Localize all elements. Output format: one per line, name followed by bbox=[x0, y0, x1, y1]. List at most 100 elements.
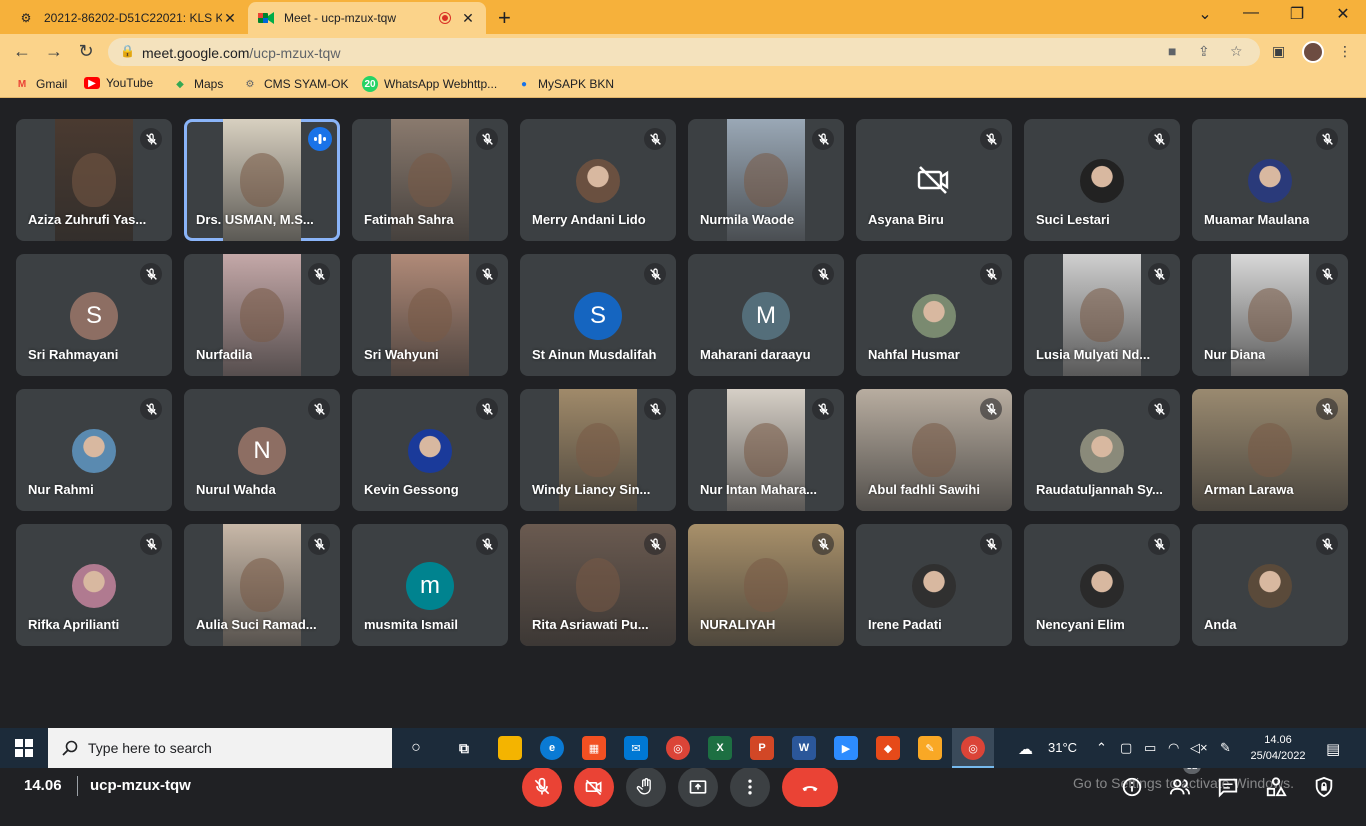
participant-tile[interactable]: Kevin Gessong bbox=[352, 389, 508, 511]
participant-tile[interactable]: NURALIYAH bbox=[688, 524, 844, 646]
chrome-active-icon[interactable]: ◎ bbox=[961, 736, 985, 760]
participant-tile[interactable]: Nurmila Waode bbox=[688, 119, 844, 241]
participant-tile[interactable]: m musmita Ismail bbox=[352, 524, 508, 646]
address-bar[interactable]: 🔒 meet.google.com/ucp-mzux-tqw ■ ⇪ ☆ bbox=[108, 38, 1260, 66]
minimize-button[interactable]: — bbox=[1228, 4, 1274, 22]
participant-tile[interactable]: Drs. USMAN, M.S... bbox=[184, 119, 340, 241]
file-explorer-icon[interactable] bbox=[498, 736, 522, 760]
mic-off-icon bbox=[1148, 128, 1170, 150]
mic-off-icon bbox=[476, 533, 498, 555]
tab-classroom[interactable]: ⚙ 20212-86202-D51C22021: KLS KU ✕ bbox=[8, 2, 248, 34]
mic-toggle-button[interactable] bbox=[522, 767, 562, 807]
edge-icon[interactable]: e bbox=[540, 736, 564, 760]
bookmark-youtube[interactable]: ▶ YouTube bbox=[84, 76, 153, 90]
avatar: S bbox=[70, 292, 118, 340]
participant-tile[interactable]: S Sri Rahmayani bbox=[16, 254, 172, 376]
bookmark-mysapk[interactable]: ● MySAPK BKN bbox=[516, 76, 614, 92]
participant-tile[interactable]: Nahfal Husmar bbox=[856, 254, 1012, 376]
maximize-button[interactable]: ❐ bbox=[1274, 4, 1320, 24]
avatar bbox=[1078, 427, 1126, 475]
participant-tile[interactable]: Rita Asriawati Pu... bbox=[520, 524, 676, 646]
participant-tile[interactable]: Muamar Maulana bbox=[1192, 119, 1348, 241]
participant-tile[interactable]: Arman Larawa bbox=[1192, 389, 1348, 511]
camera-icon[interactable]: ■ bbox=[1168, 43, 1176, 59]
leave-call-button[interactable] bbox=[782, 767, 838, 807]
participant-tile[interactable]: Irene Padati bbox=[856, 524, 1012, 646]
store-icon[interactable]: ▦ bbox=[582, 736, 606, 760]
participant-tile[interactable]: Raudatuljannah Sy... bbox=[1024, 389, 1180, 511]
participant-tile[interactable]: Asyana Biru bbox=[856, 119, 1012, 241]
participant-tile[interactable]: Sri Wahyuni bbox=[352, 254, 508, 376]
back-button[interactable]: ← bbox=[10, 41, 34, 62]
chevron-down-icon[interactable]: ⌄ bbox=[1182, 4, 1228, 24]
participant-tile[interactable]: Nurfadila bbox=[184, 254, 340, 376]
chrome-icon[interactable]: ◎ bbox=[666, 736, 690, 760]
bookmark-cms[interactable]: ⚙ CMS SYAM-OK bbox=[242, 76, 349, 92]
app-icon[interactable]: ✎ bbox=[918, 736, 942, 760]
word-icon[interactable]: W bbox=[792, 736, 816, 760]
participant-tile[interactable]: Windy Liancy Sin... bbox=[520, 389, 676, 511]
participant-tile[interactable]: Aziza Zuhrufi Yas... bbox=[16, 119, 172, 241]
system-clock[interactable]: 14.06 25/04/2022 bbox=[1246, 732, 1310, 764]
participant-tile[interactable]: Aulia Suci Ramad... bbox=[184, 524, 340, 646]
host-controls-button[interactable] bbox=[1312, 775, 1336, 799]
start-button[interactable] bbox=[0, 728, 48, 768]
present-button[interactable] bbox=[678, 767, 718, 807]
bookmark-gmail[interactable]: M Gmail bbox=[14, 76, 68, 92]
meet-tray-icon[interactable]: ▢ bbox=[1120, 740, 1132, 756]
volume-icon[interactable]: ◁× bbox=[1190, 740, 1208, 756]
participant-tile[interactable]: S St Ainun Musdalifah bbox=[520, 254, 676, 376]
star-icon[interactable]: ☆ bbox=[1230, 43, 1243, 60]
tab-meet[interactable]: Meet - ucp-mzux-tqw ✕ bbox=[248, 2, 486, 34]
more-options-button[interactable] bbox=[730, 767, 770, 807]
raise-hand-button[interactable] bbox=[626, 767, 666, 807]
taskbar-search[interactable]: Type here to search bbox=[48, 728, 392, 768]
close-icon[interactable]: ✕ bbox=[222, 10, 238, 27]
forward-button[interactable]: → bbox=[42, 41, 66, 62]
task-view-icon[interactable]: ⧉ bbox=[452, 736, 476, 760]
participant-tile[interactable]: Abul fadhli Sawihi bbox=[856, 389, 1012, 511]
participant-name: Arman Larawa bbox=[1204, 482, 1294, 497]
participant-tile[interactable]: Suci Lestari bbox=[1024, 119, 1180, 241]
new-tab-button[interactable]: + bbox=[498, 5, 511, 31]
weather-icon[interactable]: ☁ bbox=[1018, 740, 1033, 758]
camera-toggle-button[interactable] bbox=[574, 767, 614, 807]
close-icon[interactable]: ✕ bbox=[460, 10, 476, 27]
participant-tile[interactable]: Nur Intan Mahara... bbox=[688, 389, 844, 511]
mail-icon[interactable]: ✉ bbox=[624, 736, 648, 760]
pen-icon[interactable]: ✎ bbox=[1220, 740, 1231, 756]
notifications-icon[interactable]: ▤ bbox=[1326, 740, 1340, 758]
weather-temperature[interactable]: 31°C bbox=[1048, 740, 1077, 755]
activities-button[interactable] bbox=[1264, 775, 1288, 799]
bookmark-whatsapp[interactable]: 20 WhatsApp Webhttp... bbox=[362, 76, 497, 92]
reload-button[interactable]: ↻ bbox=[74, 41, 98, 62]
sidebar-icon[interactable]: ▣ bbox=[1272, 43, 1285, 60]
zoom-icon[interactable]: ▶ bbox=[834, 736, 858, 760]
people-button[interactable] bbox=[1168, 775, 1192, 799]
chevron-up-icon[interactable]: ⌃ bbox=[1096, 740, 1107, 756]
avatar[interactable] bbox=[1302, 41, 1324, 63]
participant-tile[interactable]: Fatimah Sahra bbox=[352, 119, 508, 241]
battery-icon[interactable]: ▭ bbox=[1144, 740, 1156, 756]
participant-tile[interactable]: Lusia Mulyati Nd... bbox=[1024, 254, 1180, 376]
powerpoint-icon[interactable]: P bbox=[750, 736, 774, 760]
wifi-icon[interactable]: ◠ bbox=[1168, 740, 1179, 756]
participant-tile[interactable]: Rifka Aprilianti bbox=[16, 524, 172, 646]
participant-tile[interactable]: Merry Andani Lido bbox=[520, 119, 676, 241]
chat-button[interactable] bbox=[1216, 775, 1240, 799]
participant-tile[interactable]: Nencyani Elim bbox=[1024, 524, 1180, 646]
participant-tile[interactable]: Nur Diana bbox=[1192, 254, 1348, 376]
menu-icon[interactable]: ⋮ bbox=[1338, 43, 1352, 60]
meeting-details-button[interactable] bbox=[1120, 775, 1144, 799]
excel-icon[interactable]: X bbox=[708, 736, 732, 760]
participant-tile[interactable]: N Nurul Wahda bbox=[184, 389, 340, 511]
app-icon[interactable]: ◆ bbox=[876, 736, 900, 760]
cortana-icon[interactable]: ○ bbox=[404, 736, 428, 760]
mic-off-icon bbox=[140, 398, 162, 420]
participant-tile[interactable]: M Maharani daraayu bbox=[688, 254, 844, 376]
participant-tile[interactable]: Anda bbox=[1192, 524, 1348, 646]
bookmark-maps[interactable]: ◆ Maps bbox=[172, 76, 223, 92]
share-icon[interactable]: ⇪ bbox=[1198, 43, 1210, 60]
close-window-button[interactable]: ✕ bbox=[1320, 4, 1366, 24]
participant-tile[interactable]: Nur Rahmi bbox=[16, 389, 172, 511]
